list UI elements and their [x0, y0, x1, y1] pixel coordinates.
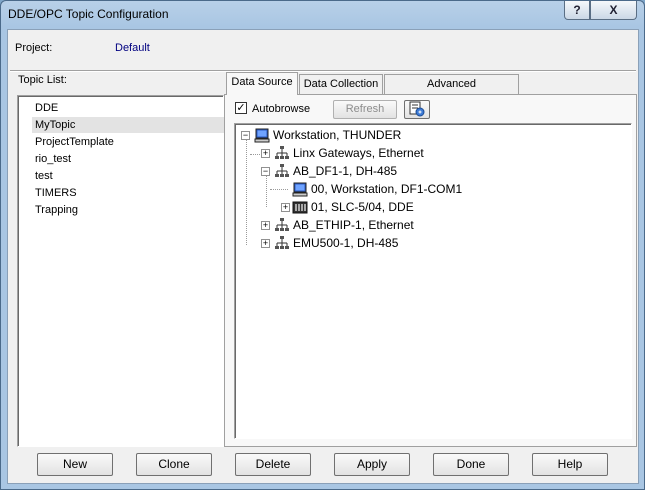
network-icon [275, 164, 289, 177]
project-label: Project: [15, 42, 53, 54]
separator [10, 70, 636, 72]
dialog-client-area: Project: Default Topic List: DDE MyTopic… [7, 29, 639, 484]
tree-node-workstation-df1[interactable]: 00, Workstation, DF1-COM1 [292, 180, 462, 198]
new-button[interactable]: New [37, 453, 113, 476]
tree-connector [270, 189, 288, 190]
tab-advanced-communication[interactable]: Advanced Communication [384, 74, 519, 108]
window-title: DDE/OPC Topic Configuration [8, 7, 169, 21]
tree-node-emu500[interactable]: EMU500-1, DH-485 [274, 234, 398, 252]
topic-list-label: Topic List: [18, 74, 67, 86]
browse-config-button[interactable] [404, 100, 430, 119]
topic-list[interactable]: DDE MyTopic ProjectTemplate rio_test tes… [17, 95, 232, 447]
refresh-button[interactable]: Refresh [333, 100, 397, 119]
expand-toggle-slc[interactable]: + [281, 203, 290, 212]
topic-item-trapping[interactable]: Trapping [32, 202, 232, 218]
tree-node-label: 01, SLC-5/04, DDE [311, 200, 414, 214]
topic-item-mytopic[interactable]: MyTopic [32, 117, 232, 133]
delete-button[interactable]: Delete [235, 453, 311, 476]
project-value: Default [115, 42, 150, 54]
tree-connector [246, 139, 247, 245]
plc-icon [292, 201, 308, 213]
network-icon [275, 236, 289, 249]
title-bar[interactable]: DDE/OPC Topic Configuration ? X [1, 1, 644, 28]
tree-connector [266, 175, 267, 207]
help-title-button[interactable]: ? [564, 1, 590, 20]
topic-item-rio-test[interactable]: rio_test [32, 151, 232, 167]
tree-node-ab-ethip[interactable]: AB_ETHIP-1, Ethernet [274, 216, 414, 234]
tree-node-label: Workstation, THUNDER [273, 128, 402, 142]
topic-item-projecttemplate[interactable]: ProjectTemplate [32, 134, 232, 150]
tree-node-label: Linx Gateways, Ethernet [293, 146, 424, 160]
tab-data-collection[interactable]: Data Collection [299, 74, 383, 94]
network-icon [275, 218, 289, 231]
expand-toggle-linx-gateways[interactable]: + [261, 149, 270, 158]
tree-node-label: AB_DF1-1, DH-485 [293, 164, 398, 178]
clone-button[interactable]: Clone [136, 453, 212, 476]
autobrowse-checkbox[interactable]: ✓ [235, 102, 247, 114]
tree-node-slc[interactable]: 01, SLC-5/04, DDE [292, 198, 414, 216]
data-source-panel: ✓ Autobrowse Refresh − Workstation, THUN… [224, 94, 637, 447]
done-button[interactable]: Done [433, 453, 509, 476]
expand-toggle-emu500[interactable]: + [261, 239, 270, 248]
tree-connector [250, 154, 260, 155]
tree-node-label: EMU500-1, DH-485 [293, 236, 399, 250]
tree-node-label: 00, Workstation, DF1-COM1 [311, 182, 463, 196]
autobrowse-label: Autobrowse [252, 103, 311, 115]
expand-toggle-ab-df1[interactable]: − [261, 167, 270, 176]
help-button[interactable]: Help [532, 453, 608, 476]
topic-item-dde[interactable]: DDE [32, 100, 232, 116]
workstation-icon [254, 128, 270, 142]
data-source-tree[interactable]: − Workstation, THUNDER + Linx Gateways, … [234, 123, 632, 439]
tree-node-linx-gateways[interactable]: Linx Gateways, Ethernet [274, 144, 424, 162]
topic-item-test[interactable]: test [32, 168, 232, 184]
workstation-icon [292, 182, 308, 196]
tree-node-ab-df1[interactable]: AB_DF1-1, DH-485 [274, 162, 397, 180]
tree-node-label: AB_ETHIP-1, Ethernet [293, 218, 414, 232]
topic-item-timers[interactable]: TIMERS [32, 185, 232, 201]
apply-button[interactable]: Apply [334, 453, 410, 476]
close-button[interactable]: X [590, 1, 637, 20]
expand-toggle-workstation[interactable]: − [241, 131, 250, 140]
expand-toggle-ab-ethip[interactable]: + [261, 221, 270, 230]
tree-node-workstation[interactable]: Workstation, THUNDER [254, 126, 401, 144]
browse-config-icon [409, 101, 425, 117]
tab-data-source[interactable]: Data Source [226, 72, 298, 95]
dialog-window: DDE/OPC Topic Configuration ? X Project:… [0, 0, 645, 490]
network-icon [275, 146, 289, 159]
